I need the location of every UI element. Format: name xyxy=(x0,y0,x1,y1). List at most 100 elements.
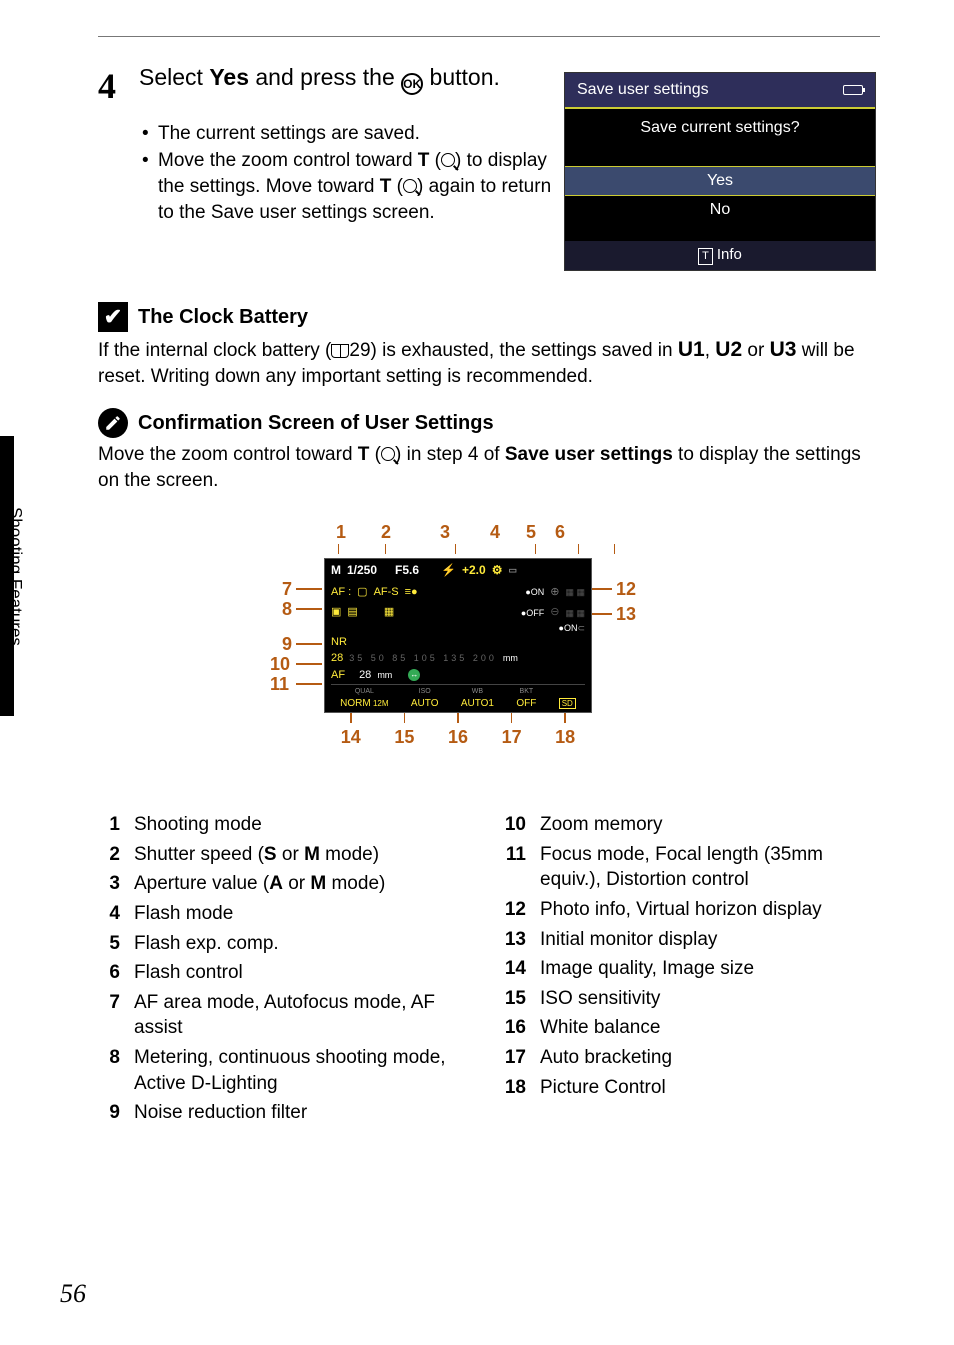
dn-12: 12 xyxy=(616,577,636,601)
lt-4: Flash mode xyxy=(134,901,474,927)
screen-bottom-row: QUALNORM 12M ISOAUTO WBAUTO1 BKTOFF SD xyxy=(325,685,591,712)
screen-row-focus: AF 28 mm ↔ xyxy=(325,666,591,684)
sc-aflabel: AF : xyxy=(331,585,351,600)
battery-icon: ▭ xyxy=(508,564,517,576)
legend: 1Shooting mode 2Shutter speed (S or M mo… xyxy=(98,812,880,1130)
dialog-title: Save user settings xyxy=(577,79,709,101)
confirmation-note: Confirmation Screen of User Settings Mov… xyxy=(98,408,880,493)
cn-u3: U3 xyxy=(770,338,797,361)
rn-17: 17 xyxy=(504,1045,540,1071)
metering-icon: ▣ xyxy=(331,605,341,620)
line-12 xyxy=(592,588,612,590)
rt-17: Auto bracketing xyxy=(540,1045,880,1071)
grid-icon: ▦ ▦ xyxy=(565,586,585,598)
top-rule xyxy=(98,36,880,37)
cn-u2: U2 xyxy=(715,338,742,361)
diagram-bottom-numbers: 14 15 16 17 18 xyxy=(324,725,592,749)
dialog-option-no[interactable]: No xyxy=(565,196,875,224)
ln-3: 3 xyxy=(98,871,134,897)
bullet-2: Move the zoom control toward T () to dis… xyxy=(142,148,558,225)
dialog-prompt: Save current settings? xyxy=(565,117,875,167)
dn-15: 15 xyxy=(378,725,432,749)
continuous-icon: ▤ xyxy=(347,605,357,620)
dn-6: 6 xyxy=(548,520,572,544)
dn-18: 18 xyxy=(538,725,592,749)
b2-m1: ( xyxy=(429,150,441,171)
dn-4: 4 xyxy=(476,520,514,544)
sc-isolbl: ISO xyxy=(411,687,439,696)
ln-2: 2 xyxy=(98,842,134,868)
sc-on2: ON xyxy=(564,623,578,633)
sc-isoval: AUTO xyxy=(411,698,439,709)
step-bullets: The current settings are saved. Move the… xyxy=(142,121,558,226)
page-number: 56 xyxy=(60,1276,86,1311)
magnify-icon xyxy=(403,179,417,193)
line-7 xyxy=(296,588,322,590)
cf-m2: ) in step 4 of xyxy=(395,444,505,465)
af-assist-icon: ≡● xyxy=(405,585,418,600)
conf-note-title: Confirmation Screen of User Settings xyxy=(138,410,494,437)
cn-s2: or xyxy=(742,340,769,361)
ln-1: 1 xyxy=(98,812,134,838)
rn-18: 18 xyxy=(504,1075,540,1101)
ok-icon: OK xyxy=(401,73,423,95)
lt-6: Flash control xyxy=(134,960,474,986)
magnify-icon xyxy=(381,447,395,461)
rn-13: 13 xyxy=(504,927,540,953)
clock-note-title: The Clock Battery xyxy=(138,304,308,331)
rn-15: 15 xyxy=(504,986,540,1012)
flash-control-icon: ⚙ xyxy=(492,562,503,578)
af-area-icon: ▢ xyxy=(357,585,367,600)
pencil-icon xyxy=(98,408,128,438)
screen-row-meter: ▣ ▤ ▦ ●OFF ⊖ ▦ ▦ xyxy=(325,603,591,622)
book-icon xyxy=(331,344,349,358)
ln-9: 9 xyxy=(98,1100,134,1126)
conf-note-text: Move the zoom control toward T () in ste… xyxy=(98,442,880,493)
rt-14: Image quality, Image size xyxy=(540,956,880,982)
sc-mode: M xyxy=(331,562,341,578)
sc-afmm: 28 xyxy=(359,668,371,683)
sc-afrow: AF xyxy=(331,668,345,683)
battery-icon xyxy=(843,85,863,95)
lt-2: Shutter speed (S or M mode) xyxy=(134,842,474,868)
rt-12: Photo info, Virtual horizon display xyxy=(540,897,880,923)
dn-13: 13 xyxy=(616,602,636,626)
sc-afmode: AF-S xyxy=(374,585,399,600)
flash-icon: ⚡ xyxy=(441,562,456,578)
sc-zoomf: 28 xyxy=(331,651,343,666)
distortion-icon: ↔ xyxy=(408,669,420,681)
sc-flashcomp: +2.0 xyxy=(462,562,486,578)
cf-t: T xyxy=(358,444,370,465)
clock-note-text: If the internal clock battery (29) is ex… xyxy=(98,336,880,390)
dn-14: 14 xyxy=(324,725,378,749)
screen-row-top: M 1/250 F5.6 ⚡ +2.0 ⚙ ▭ xyxy=(325,559,591,581)
save-settings-dialog: Save user settings Save current settings… xyxy=(564,72,876,271)
rt-11: Focus mode, Focal length (35mm equiv.), … xyxy=(540,842,880,893)
ln-4: 4 xyxy=(98,901,134,927)
step-number: 4 xyxy=(98,62,134,111)
cn-u1: U1 xyxy=(678,338,705,361)
step-title-pre: Select xyxy=(139,64,209,90)
dialog-body: Save current settings? Yes No xyxy=(565,109,875,242)
b2-pre: Move the zoom control toward xyxy=(158,150,418,171)
dn-11: 11 xyxy=(270,672,289,696)
cn-mid: ) is exhausted, the settings saved in xyxy=(371,340,678,361)
globe-icon: ⊕ xyxy=(550,585,559,600)
dialog-option-yes[interactable]: Yes xyxy=(565,166,875,196)
dn-17: 17 xyxy=(485,725,539,749)
lt-5: Flash exp. comp. xyxy=(134,931,474,957)
side-tab-label: Shooting Features xyxy=(4,507,27,646)
camera-screen: M 1/250 F5.6 ⚡ +2.0 ⚙ ▭ AF : ▢ AF-S ≡● ●… xyxy=(324,558,592,713)
rn-12: 12 xyxy=(504,897,540,923)
dn-2: 2 xyxy=(358,520,414,544)
ln-6: 6 xyxy=(98,960,134,986)
caution-icon: ✔ xyxy=(98,302,128,332)
ln-8: 8 xyxy=(98,1045,134,1096)
rt-15: ISO sensitivity xyxy=(540,986,880,1012)
rt-18: Picture Control xyxy=(540,1075,880,1101)
side-tab: Shooting Features xyxy=(0,436,30,716)
b2-t2: T xyxy=(380,176,392,197)
sc-bktval: OFF xyxy=(516,698,536,709)
lt-7: AF area mode, Autofocus mode, AF assist xyxy=(134,990,474,1041)
sc-off: OFF xyxy=(526,608,544,618)
